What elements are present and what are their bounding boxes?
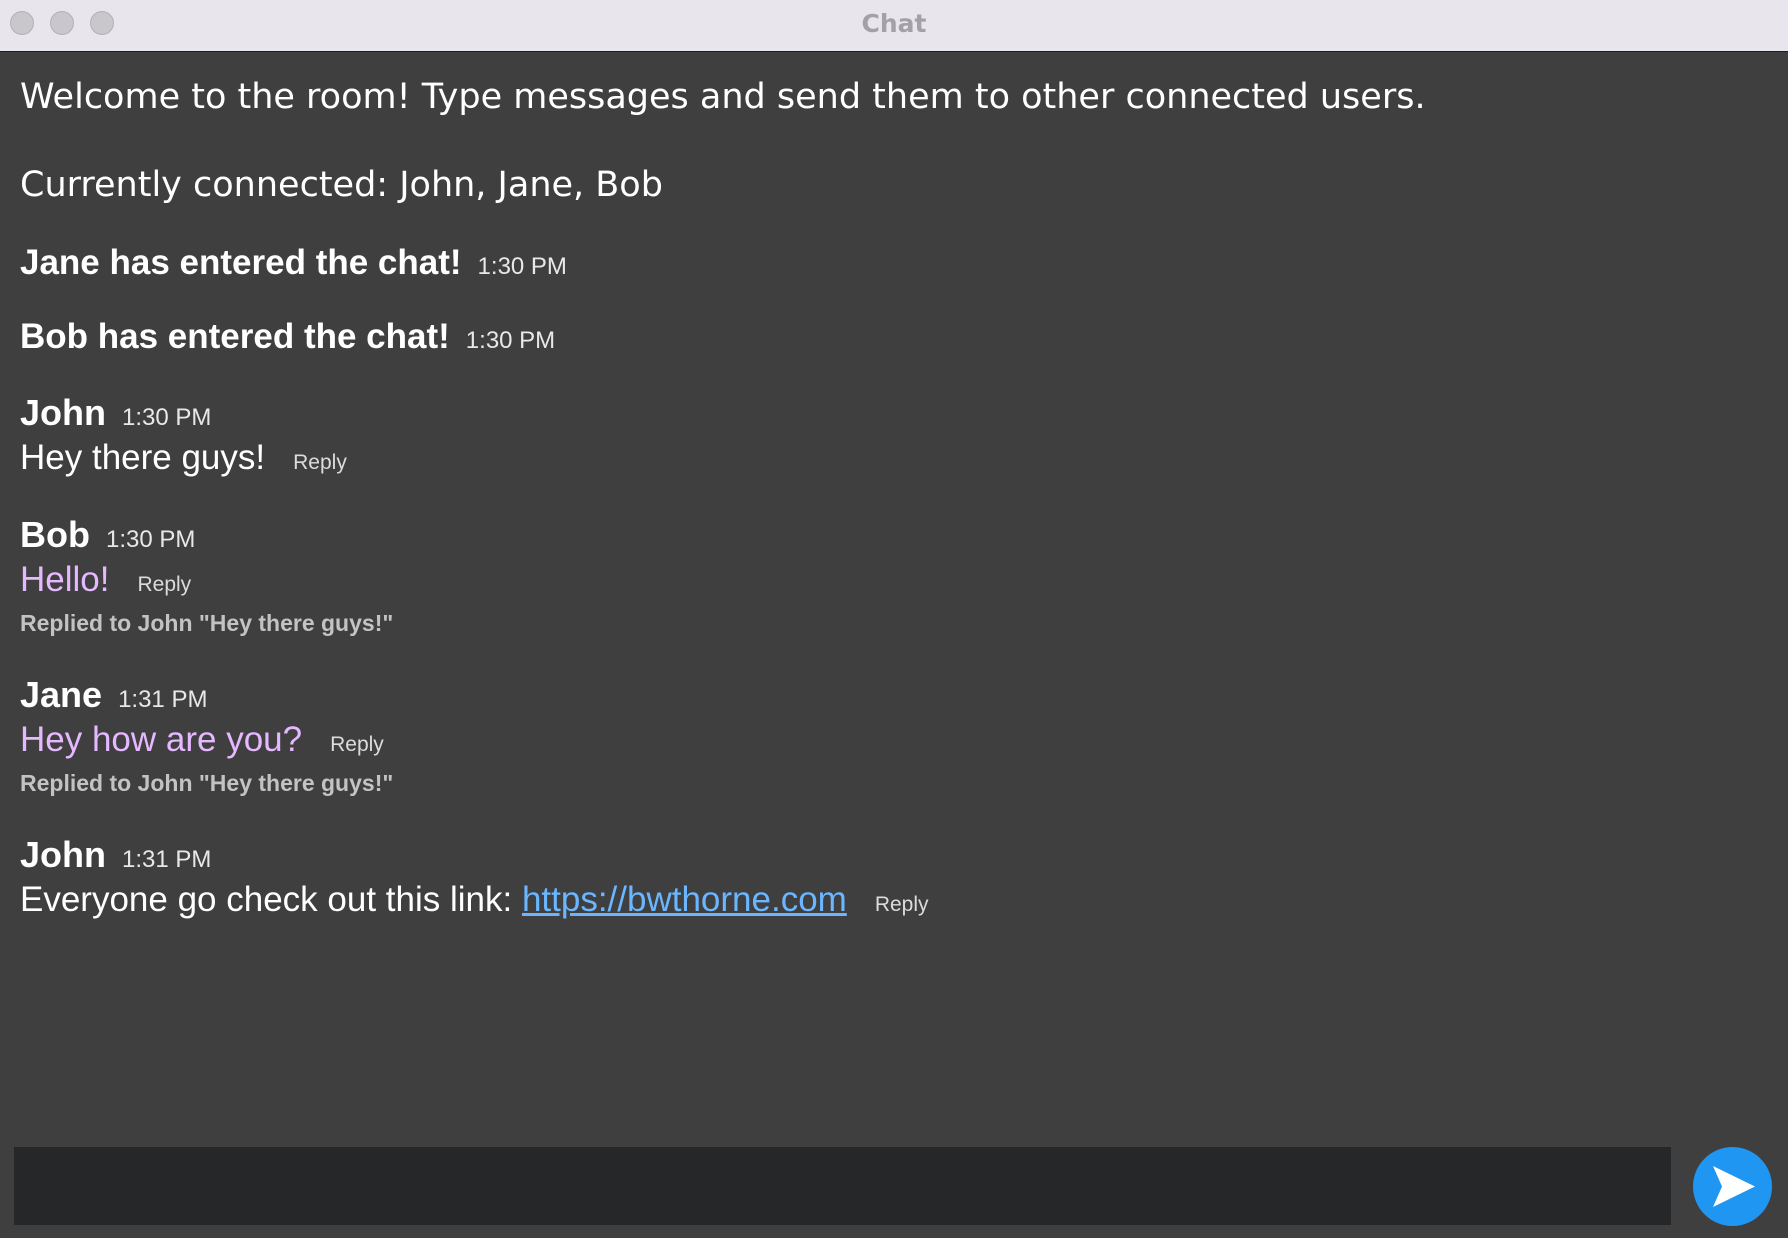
- system-message-text: Bob has entered the chat!: [20, 317, 450, 356]
- system-message: Bob has entered the chat! 1:30 PM: [20, 317, 555, 357]
- message-author: John: [20, 834, 106, 875]
- chat-message: Bob 1:30 PM Hello! Reply Replied to John "…: [20, 514, 393, 637]
- message-input[interactable]: [14, 1147, 1671, 1225]
- system-message-text: Jane has entered the chat!: [20, 243, 462, 282]
- replied-to-note: Replied to John "Hey there guys!": [20, 610, 394, 636]
- message-text: Hey there guys!: [20, 438, 266, 477]
- system-message: Jane has entered the chat! 1:30 PM: [20, 243, 567, 283]
- timestamp: 1:31 PM: [118, 686, 208, 713]
- welcome-message: Welcome to the room! Type messages and s…: [20, 77, 1426, 117]
- timestamp: 1:30 PM: [122, 404, 212, 431]
- send-button[interactable]: [1693, 1147, 1772, 1226]
- reply-button[interactable]: Reply: [137, 573, 191, 596]
- chat-message: Jane 1:31 PM Hey how are you? Reply Replie…: [20, 674, 393, 797]
- chat-message: John 1:31 PM Everyone go check out this l…: [20, 834, 929, 920]
- message-text: Hey how are you?: [20, 720, 303, 759]
- replied-to-note: Replied to John "Hey there guys!": [20, 770, 394, 796]
- message-text: Hello!: [20, 560, 110, 599]
- message-author: Jane: [20, 674, 103, 715]
- chat-message: John 1:30 PM Hey there guys! Reply: [20, 392, 347, 478]
- message-author: Bob: [20, 514, 90, 555]
- timestamp: 1:30 PM: [477, 253, 567, 280]
- message-link[interactable]: https://bwthorne.com: [522, 880, 847, 919]
- window-title: Chat: [861, 9, 927, 38]
- send-arrow-icon: [1713, 1166, 1755, 1207]
- title-bar: Chat: [0, 0, 1788, 52]
- message-text: Everyone go check out this link:: [20, 880, 522, 919]
- reply-button[interactable]: Reply: [330, 733, 384, 756]
- reply-button[interactable]: Reply: [293, 451, 347, 474]
- reply-button[interactable]: Reply: [875, 893, 929, 916]
- timestamp: 1:30 PM: [105, 526, 196, 553]
- message-author: John: [20, 392, 106, 433]
- timestamp: 1:31 PM: [122, 846, 212, 873]
- chat-window: Chat Welcome to the room! Type messages …: [0, 0, 1788, 1238]
- timestamp: 1:30 PM: [465, 327, 556, 354]
- connected-users: Currently connected: John, Jane, Bob: [20, 165, 663, 205]
